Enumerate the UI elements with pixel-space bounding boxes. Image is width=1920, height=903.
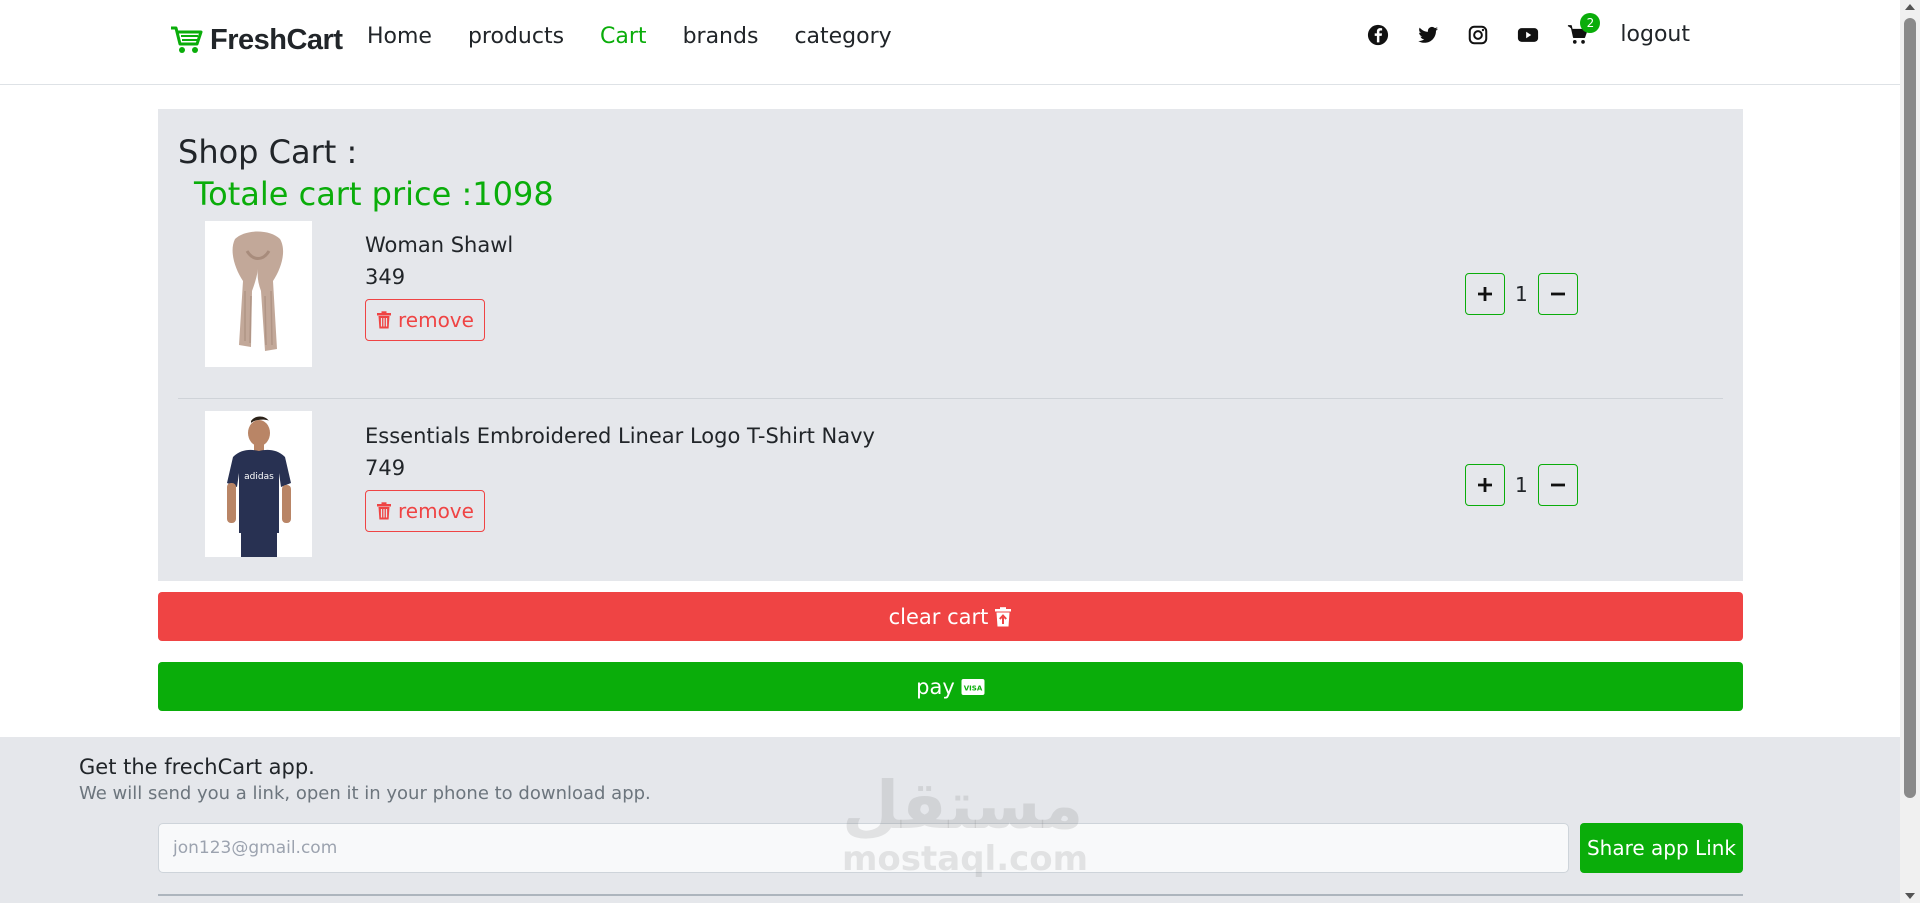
logout-link[interactable]: logout xyxy=(1620,22,1690,47)
cart-total-price: Totale cart price :1098 xyxy=(194,175,554,213)
youtube-icon[interactable] xyxy=(1516,23,1540,47)
minus-icon xyxy=(1550,483,1565,487)
footer-title: Get the frechCart app. xyxy=(79,755,315,779)
scroll-thumb[interactable] xyxy=(1904,18,1916,798)
visa-card-icon: VISA xyxy=(961,678,985,695)
remove-button[interactable]: remove xyxy=(365,490,485,532)
plus-icon xyxy=(1478,478,1492,492)
svg-text:VISA: VISA xyxy=(964,684,983,692)
product-price: 349 xyxy=(365,265,406,289)
remove-label: remove xyxy=(398,308,474,332)
trash-icon xyxy=(377,311,391,329)
plus-icon xyxy=(1478,287,1492,301)
instagram-icon[interactable] xyxy=(1466,23,1490,47)
brand-name: FreshCart xyxy=(210,23,343,56)
cart-item: Woman Shawl 349 remove 1 xyxy=(178,221,1723,391)
scroll-down-arrow-icon[interactable] xyxy=(1905,893,1915,899)
twitter-icon[interactable] xyxy=(1416,23,1440,47)
nav-links: Home products Cart brands category xyxy=(367,24,928,49)
cart-item: adidas Essentials Embroidered Linear Log… xyxy=(178,398,1723,568)
nav-link-brands[interactable]: brands xyxy=(683,24,759,49)
footer-subtitle: We will send you a link, open it in your… xyxy=(79,783,651,804)
quantity-value: 1 xyxy=(1515,473,1528,497)
share-app-link-button[interactable]: Share app Link xyxy=(1580,823,1743,873)
pay-button[interactable]: pay VISA xyxy=(158,662,1743,711)
remove-label: remove xyxy=(398,499,474,523)
page-scrollbar[interactable] xyxy=(1900,0,1920,903)
nav-right: 2 logout xyxy=(1340,12,1690,47)
clear-cart-label: clear cart xyxy=(888,604,989,629)
nav-link-home[interactable]: Home xyxy=(367,24,432,49)
scroll-up-arrow-icon[interactable] xyxy=(1905,4,1915,10)
product-image-shawl xyxy=(205,221,312,367)
clear-cart-button[interactable]: clear cart xyxy=(158,592,1743,641)
footer-divider xyxy=(158,894,1743,896)
quantity-stepper: 1 xyxy=(1465,464,1578,506)
trash-icon xyxy=(377,502,391,520)
item-info: Woman Shawl 349 remove xyxy=(365,233,513,341)
trash-arrow-up-icon xyxy=(995,606,1012,626)
navbar: FreshCart Home products Cart brands cate… xyxy=(0,0,1900,85)
cart-count-badge: 2 xyxy=(1580,12,1601,33)
increase-quantity-button[interactable] xyxy=(1465,464,1505,506)
email-input[interactable] xyxy=(158,823,1569,873)
pay-label: pay xyxy=(916,674,955,699)
product-name: Essentials Embroidered Linear Logo T-Shi… xyxy=(365,424,875,448)
nav-link-cart[interactable]: Cart xyxy=(600,24,647,49)
nav-link-category[interactable]: category xyxy=(794,24,891,49)
cart-panel: Shop Cart : Totale cart price :1098 Woma… xyxy=(158,109,1743,581)
minus-icon xyxy=(1550,292,1565,296)
facebook-icon[interactable] xyxy=(1366,23,1390,47)
product-price: 749 xyxy=(365,456,406,480)
decrease-quantity-button[interactable] xyxy=(1537,464,1578,506)
increase-quantity-button[interactable] xyxy=(1465,273,1505,315)
quantity-value: 1 xyxy=(1515,282,1528,306)
brand-logo[interactable]: FreshCart xyxy=(170,20,343,60)
remove-button[interactable]: remove xyxy=(365,299,485,341)
item-info: Essentials Embroidered Linear Logo T-Shi… xyxy=(365,424,875,532)
product-image-tshirt: adidas xyxy=(205,411,312,557)
svg-text:adidas: adidas xyxy=(244,472,274,482)
cart-icon[interactable]: 2 xyxy=(1566,12,1601,47)
quantity-stepper: 1 xyxy=(1465,273,1578,315)
cart-title: Shop Cart : xyxy=(178,133,358,171)
footer: Get the frechCart app. We will send you … xyxy=(0,737,1900,903)
product-name: Woman Shawl xyxy=(365,233,514,257)
shopping-cart-logo-icon xyxy=(171,26,203,53)
decrease-quantity-button[interactable] xyxy=(1537,273,1578,315)
nav-link-products[interactable]: products xyxy=(468,24,564,49)
